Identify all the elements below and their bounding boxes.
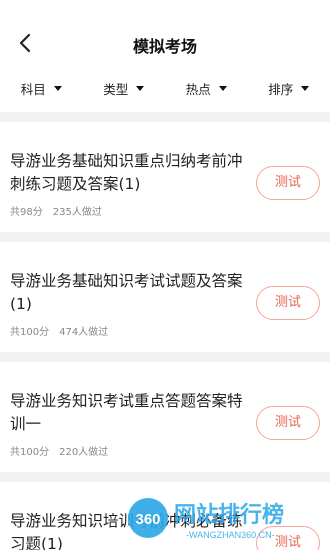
exam-card[interactable]: 导游业务基础知识考试试题及答案(1) 共100分 474人做过 测试 bbox=[0, 242, 330, 352]
exam-score: 共100分 bbox=[10, 327, 50, 338]
filter-type-label: 类型 bbox=[103, 81, 129, 97]
page-title: 模拟考场 bbox=[132, 37, 197, 56]
filter-hot[interactable]: 热点 bbox=[186, 79, 227, 98]
watermark-brand: 网站排行榜 bbox=[174, 502, 284, 528]
filter-type[interactable]: 类型 bbox=[103, 79, 145, 98]
exam-title: 导游业务知识考试重点答题答案特训一 bbox=[10, 392, 243, 433]
filter-subject-label: 科目 bbox=[20, 81, 46, 97]
exam-card[interactable]: 导游业务基础知识重点归纳考前冲刺练习题及答案(1) 共98分 235人做过 测试 bbox=[0, 122, 330, 232]
exam-count: 220人做过 bbox=[59, 447, 109, 458]
exam-meta: 共100分 220人做过 bbox=[10, 443, 108, 458]
test-button[interactable]: 测试 bbox=[256, 406, 320, 440]
filter-sort-label: 排序 bbox=[268, 81, 294, 97]
exam-title: 导游业务基础知识考试试题及答案(1) bbox=[10, 272, 243, 313]
filter-subject[interactable]: 科目 bbox=[21, 79, 62, 98]
exam-title: 导游业务基础知识重点归纳考前冲刺练习题及答案(1) bbox=[10, 152, 243, 193]
top-bar: 模拟考场 科目 类型 热点 排序 bbox=[0, 0, 330, 112]
caret-down-icon bbox=[53, 85, 62, 91]
filter-bar: 科目 类型 热点 排序 bbox=[0, 76, 330, 100]
watermark-number: 360 bbox=[135, 511, 160, 528]
exam-meta: 共98分 235人做过 bbox=[10, 203, 102, 218]
exam-score: 共100分 bbox=[10, 447, 50, 458]
exam-score: 共98分 bbox=[10, 207, 43, 218]
filter-sort[interactable]: 排序 bbox=[268, 79, 310, 98]
filter-hot-label: 热点 bbox=[185, 81, 211, 97]
watermark-logo: 360 网站排行榜 -WANGZHAN360.CN- bbox=[128, 498, 284, 540]
caret-down-icon bbox=[301, 85, 310, 91]
exam-list: 导游业务基础知识重点归纳考前冲刺练习题及答案(1) 共98分 235人做过 测试 … bbox=[0, 112, 330, 550]
test-button[interactable]: 测试 bbox=[256, 166, 320, 200]
exam-meta: 共100分 474人做过 bbox=[10, 323, 108, 338]
test-button[interactable]: 测试 bbox=[256, 286, 320, 320]
exam-count: 235人做过 bbox=[52, 207, 102, 218]
caret-down-icon bbox=[136, 85, 145, 91]
exam-count: 474人做过 bbox=[59, 327, 109, 338]
caret-down-icon bbox=[218, 85, 227, 91]
exam-card[interactable]: 导游业务知识考试重点答题答案特训一 共100分 220人做过 测试 bbox=[0, 362, 330, 472]
watermark-url: -WANGZHAN360.CN- bbox=[186, 530, 275, 540]
